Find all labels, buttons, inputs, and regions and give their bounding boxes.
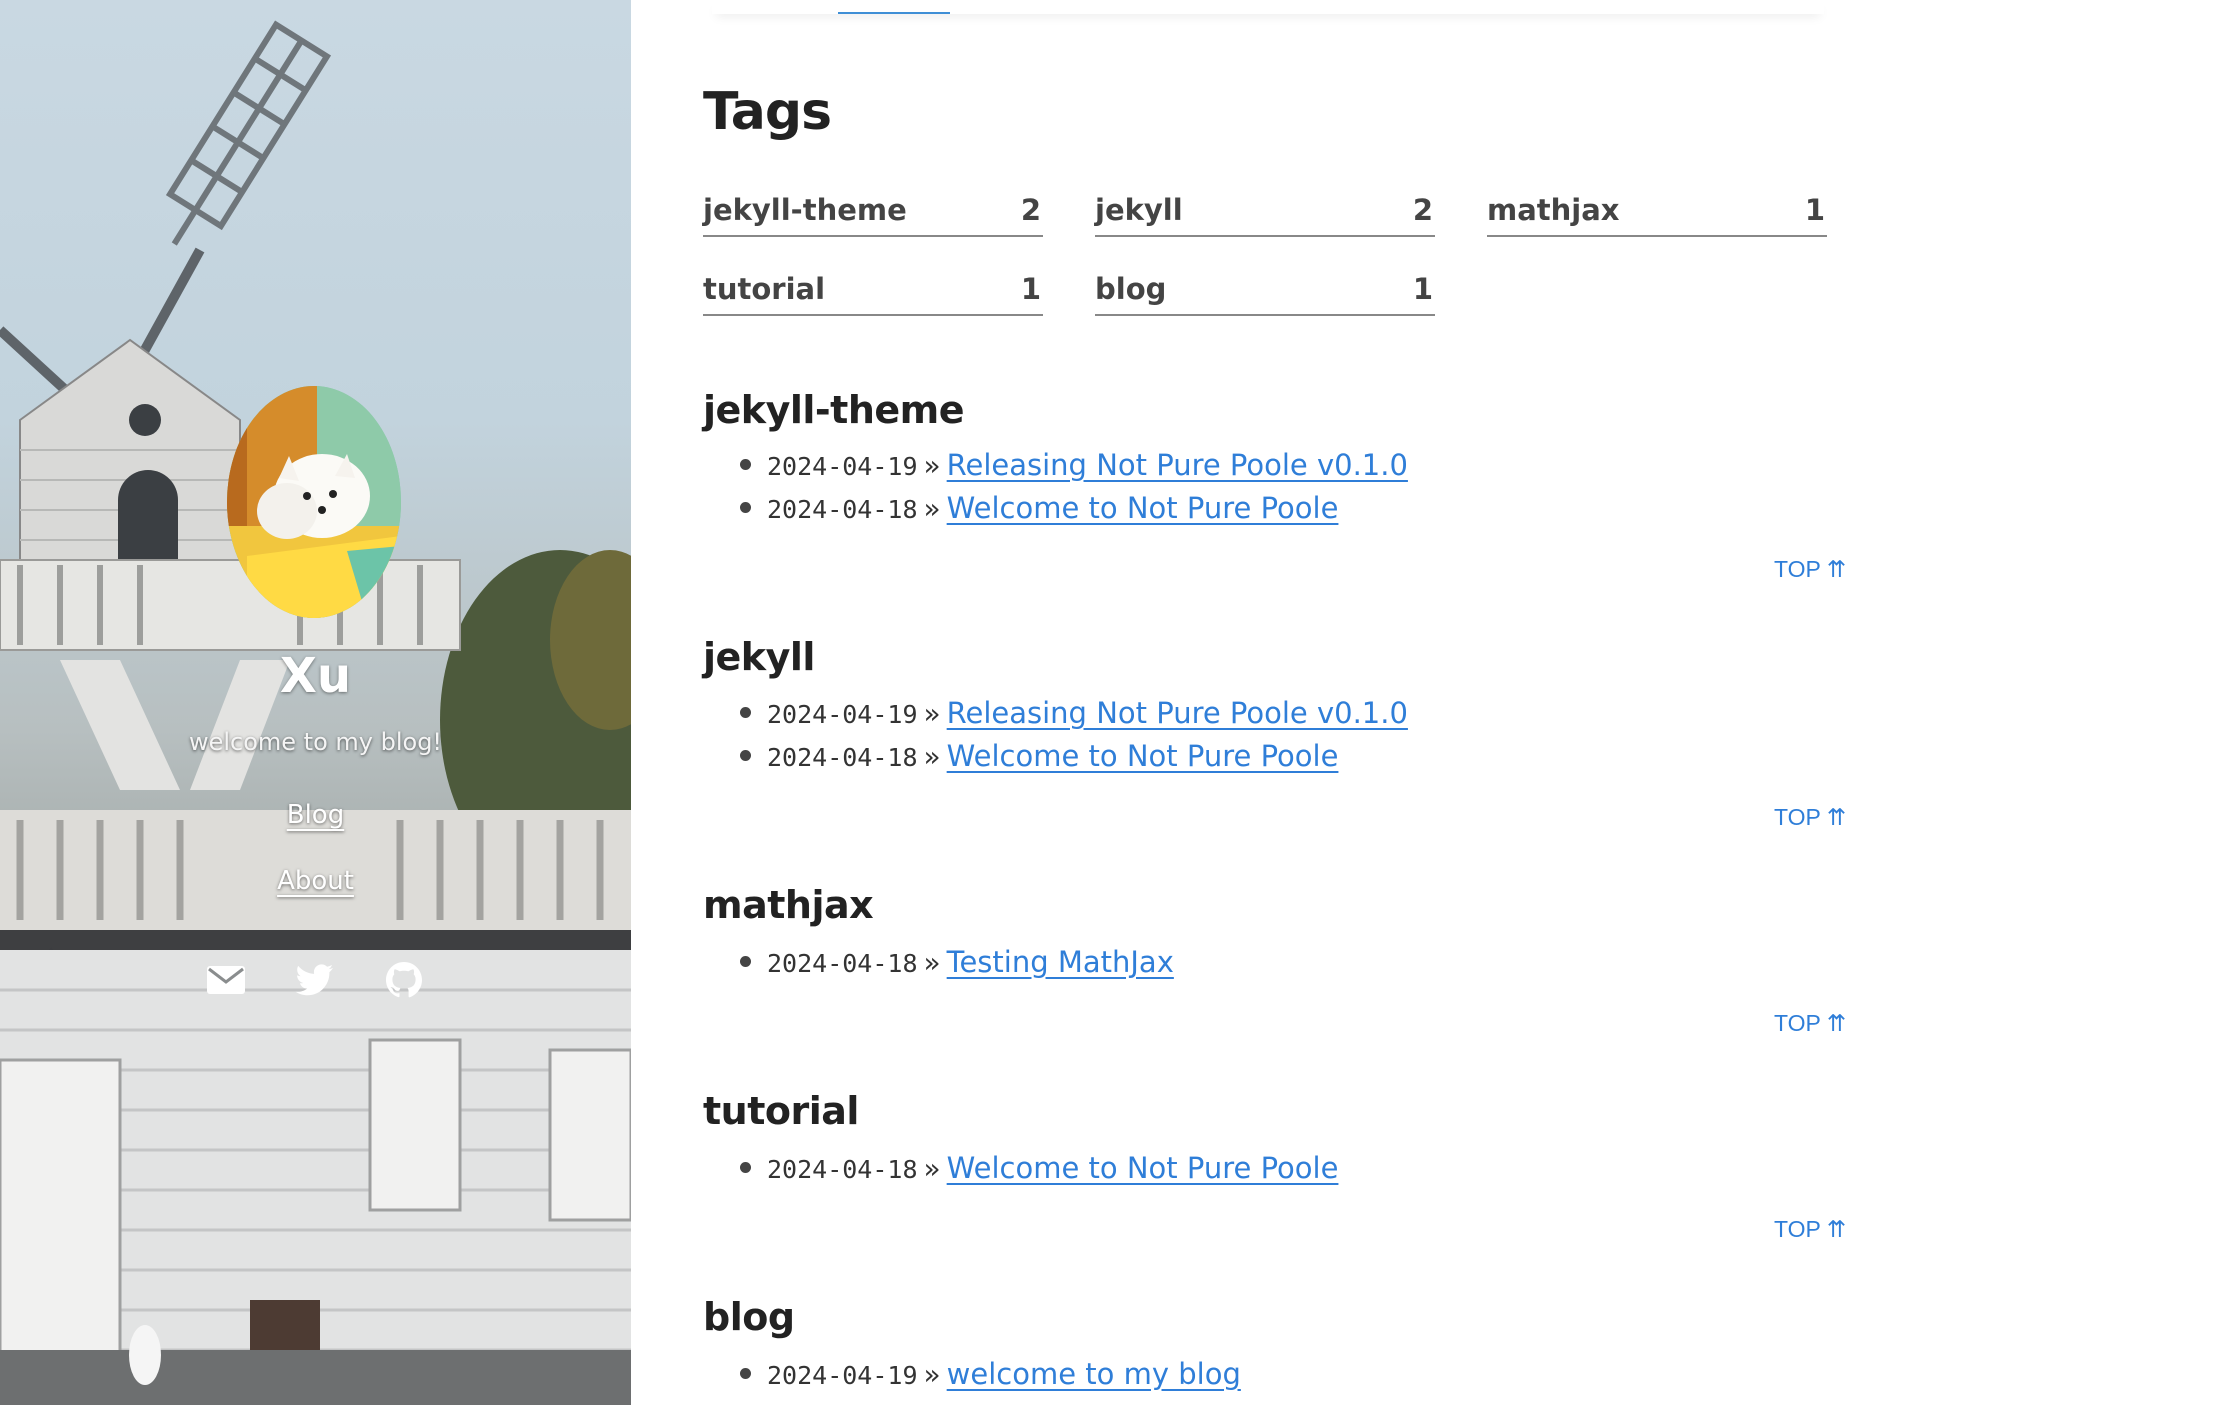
tag-name: mathjax	[1487, 193, 1620, 227]
bullet	[740, 501, 751, 513]
bullet	[740, 1161, 751, 1173]
separator: »	[923, 1152, 941, 1185]
back-to-top-link[interactable]: TOP ⇈	[1774, 556, 1846, 583]
list-item: 2024-04-19» welcome to my blog	[740, 1357, 1241, 1391]
separator: »	[923, 492, 941, 525]
post-link[interactable]: Testing MathJax	[947, 945, 1174, 979]
tag-name: tutorial	[703, 272, 826, 306]
tag-count: 1	[1020, 272, 1041, 306]
page-title: Tags	[703, 82, 832, 142]
back-to-top-link[interactable]: TOP ⇈	[1774, 1216, 1846, 1243]
site-subtitle: welcome to my blog!	[188, 728, 443, 756]
tag-count: 1	[1804, 193, 1825, 227]
post-link[interactable]: welcome to my blog	[947, 1357, 1241, 1391]
bullet	[740, 706, 751, 718]
site-title[interactable]: Xu	[0, 648, 631, 704]
post-date: 2024-04-18	[767, 495, 918, 524]
list-item: 2024-04-19» Releasing Not Pure Poole v0.1…	[740, 448, 1408, 482]
list-item: 2024-04-19» Releasing Not Pure Poole v0.1…	[740, 696, 1408, 730]
list-item: 2024-04-18» Welcome to Not Pure Poole	[740, 491, 1338, 525]
section-title-tutorial: tutorial	[703, 1089, 859, 1133]
section-title-jekyll-theme: jekyll-theme	[703, 388, 965, 432]
separator: »	[923, 740, 941, 773]
post-link[interactable]: Releasing Not Pure Poole v0.1.0	[947, 696, 1408, 730]
post-date: 2024-04-18	[767, 1155, 918, 1184]
back-to-top-link[interactable]: TOP ⇈	[1774, 804, 1846, 831]
back-to-top-link[interactable]: TOP ⇈	[1774, 1010, 1846, 1037]
envelope-icon[interactable]	[206, 960, 246, 1000]
tag-count: 2	[1020, 193, 1041, 227]
bullet	[740, 1367, 751, 1379]
tag-count-mathjax[interactable]: mathjax 1	[1487, 185, 1827, 237]
tag-name: jekyll-theme	[703, 193, 907, 227]
nav-about-link[interactable]: About	[277, 866, 354, 896]
sidebar: Xu welcome to my blog! Blog About	[0, 0, 631, 1405]
tag-count-blog[interactable]: blog 1	[1095, 264, 1435, 316]
tag-count: 2	[1412, 193, 1433, 227]
list-item: 2024-04-18» Welcome to Not Pure Poole	[740, 739, 1338, 773]
separator: »	[923, 946, 941, 979]
post-link[interactable]: Welcome to Not Pure Poole	[947, 1151, 1339, 1185]
github-icon[interactable]	[384, 960, 424, 1000]
nav-blog-link[interactable]: Blog	[287, 800, 344, 830]
bullet	[740, 955, 751, 967]
tag-name: jekyll	[1095, 193, 1183, 227]
post-link[interactable]: Releasing Not Pure Poole v0.1.0	[947, 448, 1408, 482]
active-tab-indicator	[838, 12, 950, 14]
post-link[interactable]: Welcome to Not Pure Poole	[947, 491, 1339, 525]
list-item: 2024-04-18» Testing MathJax	[740, 945, 1174, 979]
section-title-jekyll: jekyll	[703, 635, 815, 679]
separator: »	[923, 697, 941, 730]
post-date: 2024-04-18	[767, 743, 918, 772]
bullet	[740, 749, 751, 761]
post-date: 2024-04-19	[767, 700, 918, 729]
avatar	[227, 386, 401, 618]
separator: »	[923, 1358, 941, 1391]
tag-name: blog	[1095, 272, 1167, 306]
post-date: 2024-04-19	[767, 452, 918, 481]
tag-count-jekyll-theme[interactable]: jekyll-theme 2	[703, 185, 1043, 237]
separator: »	[923, 449, 941, 482]
post-date: 2024-04-18	[767, 949, 918, 978]
post-link[interactable]: Welcome to Not Pure Poole	[947, 739, 1339, 773]
nav-item-blog[interactable]: Blog	[0, 800, 631, 830]
tag-count-jekyll[interactable]: jekyll 2	[1095, 185, 1435, 237]
nav-item-about[interactable]: About	[0, 866, 631, 896]
tag-count: 1	[1412, 272, 1433, 306]
twitter-icon[interactable]	[295, 960, 335, 1000]
list-item: 2024-04-18» Welcome to Not Pure Poole	[740, 1151, 1338, 1185]
section-title-blog: blog	[703, 1295, 795, 1339]
section-title-mathjax: mathjax	[703, 883, 874, 927]
post-date: 2024-04-19	[767, 1361, 918, 1390]
bullet	[740, 458, 751, 470]
tag-count-tutorial[interactable]: tutorial 1	[703, 264, 1043, 316]
